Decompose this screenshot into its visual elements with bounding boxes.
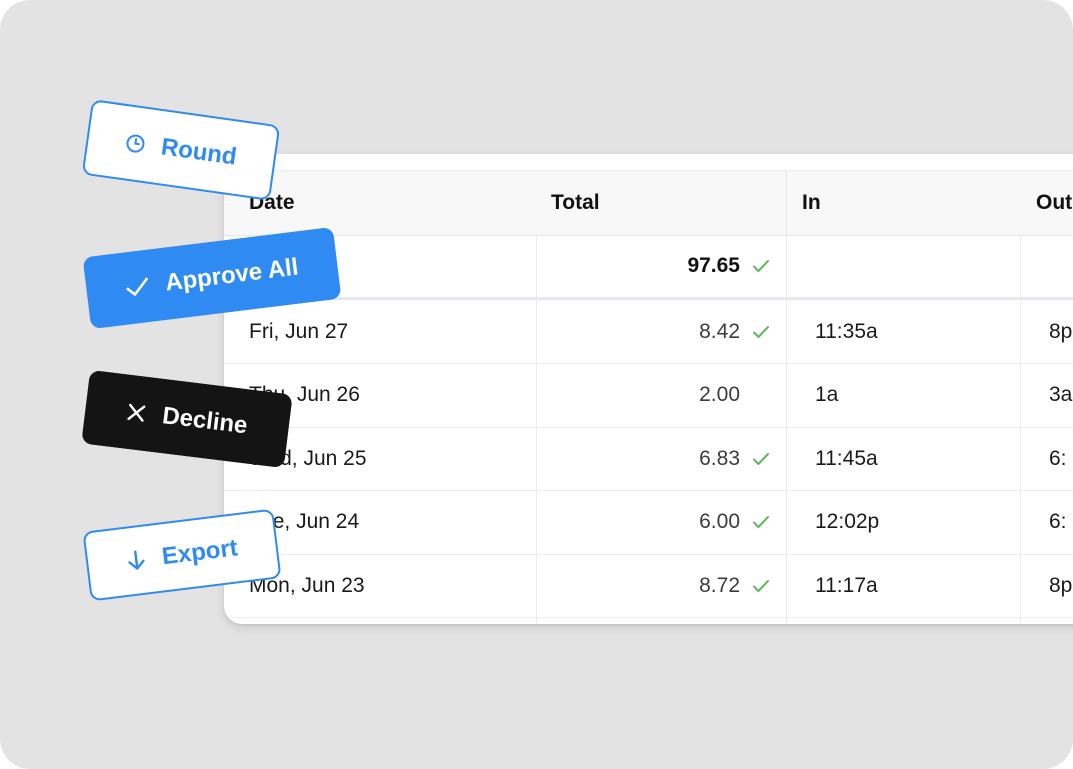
date-cell: Fri, Jun 27 <box>249 319 349 343</box>
table-row[interactable]: Thu, Jun 26 2.00 1a 3a <box>224 364 1073 428</box>
table-row[interactable]: Mon, Jun 23 8.72 11:17a 8p <box>224 554 1073 618</box>
decline-label: Decline <box>160 402 249 440</box>
out-cell: 8p <box>1049 573 1073 597</box>
in-cell: 11:45a <box>815 446 878 470</box>
in-cell: 1a <box>815 383 839 406</box>
summary-total-value: 97.65 <box>687 253 740 277</box>
summary-total: 97.65 <box>536 234 786 297</box>
total-value: 8.72 <box>699 573 740 597</box>
in-cell: 11:17a <box>815 573 878 597</box>
export-label: Export <box>160 534 240 571</box>
arrow-down-icon <box>125 548 148 572</box>
table-row[interactable]: Fri, Jun 27 8.42 11:35a 8p <box>224 300 1073 364</box>
total-cell: 8.42 <box>536 300 786 363</box>
check-icon <box>753 579 769 592</box>
out-cell: 8p <box>1049 319 1073 343</box>
timesheet-card: Date Total In Out ds 97.65 Fri, Jun 27 8.… <box>224 154 1073 624</box>
total-value: 2.00 <box>699 383 740 406</box>
check-icon <box>753 325 769 338</box>
round-label: Round <box>159 133 239 171</box>
in-cell: 12:02p <box>815 510 880 533</box>
total-cell: 8.72 <box>536 554 786 617</box>
header-in[interactable]: In <box>802 171 821 235</box>
table-row[interactable]: Wed, Jun 25 6.83 11:45a 6: <box>224 427 1073 491</box>
column-divider <box>1020 234 1021 624</box>
header-total[interactable]: Total <box>551 171 600 235</box>
check-icon <box>753 516 769 528</box>
total-cell: 6.83 <box>536 427 786 490</box>
table-row[interactable]: Tue, Jun 24 6.00 12:02p 6: <box>224 491 1073 555</box>
out-cell: 6: <box>1049 446 1067 470</box>
check-icon <box>753 452 769 465</box>
column-divider <box>536 234 537 624</box>
table-header: Date Total In Out <box>224 170 1073 236</box>
approve-all-label: Approve All <box>163 253 300 297</box>
canvas: Date Total In Out ds 97.65 Fri, Jun 27 8.… <box>0 0 1073 769</box>
close-icon <box>126 402 148 424</box>
check-icon <box>753 259 769 272</box>
clock-icon <box>124 132 147 155</box>
summary-row: ds 97.65 <box>224 234 1073 300</box>
total-cell: 2.00 <box>536 364 786 427</box>
out-cell: 3a <box>1049 383 1073 406</box>
round-button[interactable]: Round <box>81 99 281 201</box>
column-divider <box>786 170 787 234</box>
total-value: 8.42 <box>699 319 740 343</box>
in-cell: 11:35a <box>815 319 878 343</box>
total-value: 6.83 <box>699 446 740 470</box>
header-out[interactable]: Out <box>1036 171 1072 235</box>
column-divider <box>786 234 787 624</box>
total-cell: 6.00 <box>536 491 786 554</box>
check-icon <box>125 276 151 299</box>
out-cell: 6: <box>1049 510 1067 533</box>
total-value: 6.00 <box>699 510 740 533</box>
